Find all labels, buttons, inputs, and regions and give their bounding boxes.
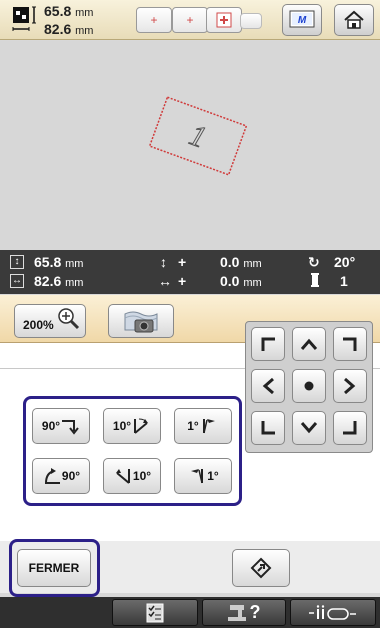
rotate-counterclockwise-fine-icon [191,469,204,484]
move-horizontal-icon: ↔ [158,273,172,289]
info-move-v-unit: mm [243,258,262,270]
header-height-unit: mm [75,7,94,19]
rotate-counterclockwise-small-icon [115,469,130,484]
info-row-bottom: ↔ 82.6 mm ↔ + 0.0 mm 1 [10,272,370,292]
move-center-button[interactable] [292,369,326,403]
rotation-reset-button[interactable] [232,549,290,587]
move-up-button[interactable] [292,327,326,361]
chevron-up-icon [300,338,318,350]
close-button[interactable]: FERMER [17,549,91,587]
hoop-selected-icon [216,12,232,28]
height-icon: ↕ [10,255,24,269]
corner-up-left-icon [261,337,275,351]
header-height-value: 65.8 [44,3,72,19]
rotate-cw-1-button[interactable]: 1° [174,408,232,444]
move-up-left-button[interactable] [251,327,285,361]
info-move-h-unit: mm [243,277,262,289]
pattern-dimensions: 65.8 mm 82.6 mm [44,3,93,39]
hoop-selector: + + [136,7,266,33]
bottom-bar: ? [0,597,380,628]
rotate-cw-1-label: 1° [187,419,199,433]
home-icon [344,10,364,29]
chevron-down-icon [300,422,318,434]
thread-preview-button[interactable]: M [282,4,322,36]
rotate-cw-10-label: 10° [112,419,132,433]
rotate-cw-10-button[interactable]: 10° [103,408,161,444]
move-down-right-button[interactable] [333,411,367,445]
home-button[interactable] [334,4,374,36]
chevron-left-icon [262,377,274,395]
info-move-v-value: 0.0 [220,254,240,270]
rotate-ccw-90-button[interactable]: 90° [32,458,90,494]
info-rotation-value: 20° [334,254,356,270]
rotate-cw-90-label: 90° [41,419,61,433]
info-width-unit: mm [65,277,84,289]
rotate-cw-90-button[interactable]: 90° [32,408,90,444]
zoom-in-icon [57,308,79,330]
info-row-top: ↕ 65.8 mm ↕ + 0.0 mm ↻ 20° [10,253,370,273]
needle-thread-icon [309,604,356,620]
corner-down-right-icon [343,421,357,435]
info-height-value: 65.8 [34,254,62,270]
move-down-left-button[interactable] [251,411,285,445]
hoop-extra-button[interactable] [240,13,262,29]
hoop-small-button[interactable]: + [136,7,172,33]
move-vertical-icon: ↕ [160,254,167,270]
rotate-ccw-10-button[interactable]: 10° [103,458,161,494]
top-bar: 65.8 mm 82.6 mm + + M [0,0,380,40]
move-right-button[interactable] [333,369,367,403]
move-direction-pad [245,321,373,453]
hoop-large-button[interactable] [206,7,242,33]
move-vertical-plus: + [178,254,187,270]
embroidery-canvas[interactable]: 1 [0,41,380,250]
thread-spool-icon [310,273,320,290]
zoom-label: 200% [23,318,54,332]
corner-down-left-icon [261,421,275,435]
rotate-ccw-90-label: 90° [61,469,81,483]
needle-position-button[interactable] [290,599,376,626]
center-dot-icon [304,381,314,391]
move-horizontal-plus: + [178,273,187,289]
rotate-clockwise-icon [62,420,79,435]
pattern-preview: 1 [148,96,248,176]
header-width-value: 82.6 [44,21,72,37]
move-left-button[interactable] [251,369,285,403]
corner-up-right-icon [343,337,357,351]
checklist-icon [146,603,164,622]
camera-icon [124,311,158,333]
chevron-right-icon [344,377,356,395]
zoom-button[interactable]: 200% [14,304,86,338]
header-width-unit: mm [75,25,94,37]
rotate-ccw-1-label: 1° [207,469,219,483]
sewing-machine-icon [227,604,246,621]
info-color-count: 1 [340,273,348,289]
move-up-right-button[interactable] [333,327,367,361]
close-button-label: FERMER [28,561,80,575]
pattern-info-bar: ↕ 65.8 mm ↕ + 0.0 mm ↻ 20° ↔ 82.6 mm ↔ +… [0,250,380,294]
thread-preview-icon: M [289,10,315,28]
help-label: ? [249,602,261,622]
help-button[interactable]: ? [202,599,286,626]
rotate-clockwise-fine-icon [202,419,215,434]
svg-text:M: M [298,15,307,26]
width-icon: ↔ [10,274,24,288]
camera-scan-button[interactable] [108,304,174,338]
diamond-rotate-icon [250,557,272,579]
rotate-ccw-1-button[interactable]: 1° [174,458,232,494]
settings-list-button[interactable] [112,599,198,626]
info-height-unit: mm [65,258,84,270]
pattern-glyph: 1 [185,118,210,154]
info-width-value: 82.6 [34,273,62,289]
pattern-size-icon [12,6,38,34]
rotate-clockwise-small-icon [134,418,149,434]
rotate-counterclockwise-icon [44,468,60,484]
move-down-button[interactable] [292,411,326,445]
rotation-icon: ↻ [308,254,320,270]
hoop-medium-button[interactable]: + [172,7,208,33]
rotate-ccw-10-label: 10° [132,469,152,483]
info-move-h-value: 0.0 [220,273,240,289]
